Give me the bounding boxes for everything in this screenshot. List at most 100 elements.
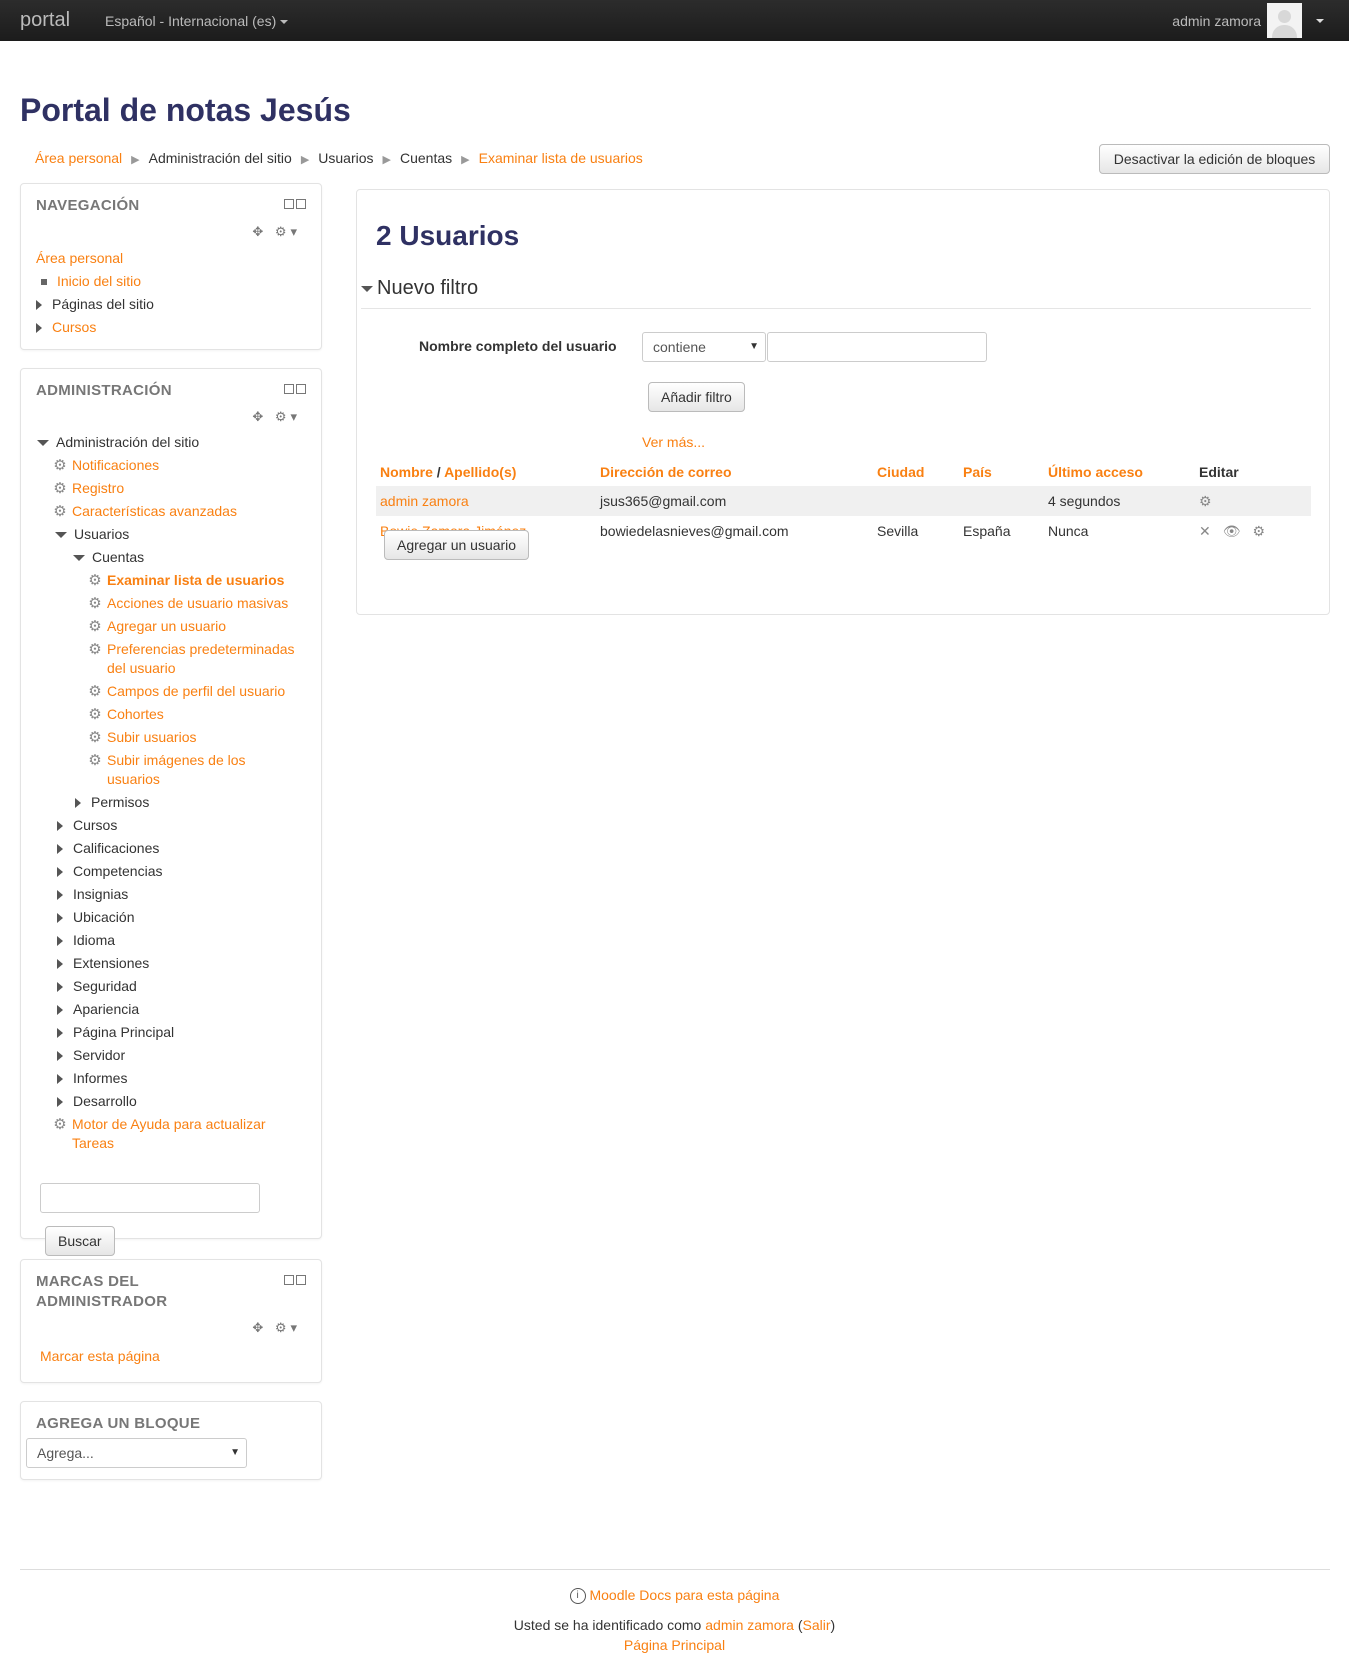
admin-section-calificaciones[interactable]: Calificaciones (73, 840, 159, 856)
admin-item-caracteristicas[interactable]: Características avanzadas (72, 503, 237, 519)
expand-icon[interactable] (57, 959, 63, 970)
block-actions[interactable]: ✥ ⚙▾ (252, 1320, 301, 1336)
filter-operator-select[interactable]: contiene ▼ (642, 332, 766, 362)
nav-item-area-personal[interactable]: Área personal (36, 250, 123, 266)
gear-icon[interactable]: ⚙ (1199, 493, 1212, 509)
collapse-arrow-icon[interactable] (55, 532, 67, 539)
dock-icon[interactable] (296, 384, 306, 394)
admin-item-usuarios[interactable]: Usuarios (74, 526, 129, 542)
expand-icon[interactable] (57, 1051, 63, 1062)
expand-icon[interactable] (57, 890, 63, 901)
nav-item-paginas[interactable]: Páginas del sitio (52, 296, 154, 312)
home-link[interactable]: Página Principal (624, 1637, 725, 1653)
bookmark-page-link[interactable]: Marcar esta página (40, 1348, 160, 1364)
admin-section-extensiones[interactable]: Extensiones (73, 955, 149, 971)
expand-icon[interactable] (57, 936, 63, 947)
language-menu[interactable]: Español - Internacional (es) (105, 12, 289, 29)
chevron-down-icon[interactable] (1316, 18, 1324, 23)
collapse-icon[interactable] (284, 384, 294, 394)
breadcrumb-item-examinar[interactable]: Examinar lista de usuarios (479, 150, 643, 166)
collapse-icon[interactable] (284, 1275, 294, 1285)
filter-value-input[interactable] (767, 332, 987, 362)
expand-icon[interactable] (57, 844, 63, 855)
sort-by-nombre[interactable]: Nombre (380, 464, 433, 480)
admin-item-imagenes[interactable]: Subir imágenes de los usuarios (107, 749, 257, 791)
expand-icon[interactable] (57, 867, 63, 878)
breadcrumb-item-usuarios[interactable]: Usuarios (318, 150, 373, 166)
eye-icon[interactable]: 👁 (1223, 523, 1241, 539)
logout-link[interactable]: Salir (803, 1617, 831, 1633)
footer-user-link[interactable]: admin zamora (705, 1617, 794, 1633)
admin-section-idioma[interactable]: Idioma (73, 932, 115, 948)
admin-section-informes[interactable]: Informes (73, 1070, 127, 1086)
navigation-block: NAVEGACIÓN ✥ ⚙▾ Área personal Inicio del… (20, 183, 322, 350)
admin-item-acciones[interactable]: Acciones de usuario masivas (107, 592, 288, 615)
admin-section-seguridad[interactable]: Seguridad (73, 978, 137, 994)
admin-section-desarrollo[interactable]: Desarrollo (73, 1093, 137, 1109)
add-filter-button[interactable]: Añadir filtro (648, 382, 745, 412)
admin-item-examinar[interactable]: Examinar lista de usuarios (107, 569, 284, 592)
admin-section-servidor[interactable]: Servidor (73, 1047, 125, 1063)
admin-search-button[interactable]: Buscar (45, 1226, 115, 1256)
filter-legend[interactable]: Nuevo filtro (361, 277, 1311, 309)
dock-icon[interactable] (296, 1275, 306, 1285)
expand-icon[interactable] (36, 300, 42, 311)
moodle-docs-link[interactable]: Moodle Docs para esta página (589, 1587, 779, 1603)
user-name-link[interactable]: admin zamora (380, 493, 469, 509)
admin-item-subir[interactable]: Subir usuarios (107, 726, 197, 749)
admin-item-agregar[interactable]: Agregar un usuario (107, 615, 226, 638)
gear-icon[interactable]: ⚙ (1253, 523, 1266, 539)
admin-item-root[interactable]: Administración del sitio (56, 434, 199, 450)
admin-item-motor[interactable]: Motor de Ayuda para actualizar Tareas (72, 1113, 272, 1155)
add-block-select[interactable]: Agrega... ▼ (26, 1438, 247, 1468)
nav-item-inicio[interactable]: Inicio del sitio (57, 273, 141, 289)
expand-icon[interactable] (57, 821, 63, 832)
expand-icon[interactable] (57, 1028, 63, 1039)
block-actions[interactable]: ✥ ⚙▾ (252, 409, 301, 425)
toggle-block-editing-button[interactable]: Desactivar la edición de bloques (1099, 144, 1330, 174)
admin-section-competencias[interactable]: Competencias (73, 863, 163, 879)
expand-icon[interactable] (57, 1074, 63, 1085)
add-user-button[interactable]: Agregar un usuario (384, 530, 530, 560)
admin-item-permisos[interactable]: Permisos (91, 794, 149, 810)
user-menu[interactable]: admin zamora (1172, 0, 1324, 41)
admin-item-cuentas[interactable]: Cuentas (92, 549, 144, 565)
table-header-row: Nombre / Apellido(s) Dirección de correo… (376, 458, 1311, 486)
collapse-arrow-icon[interactable] (37, 440, 49, 447)
breadcrumb-item-cuentas[interactable]: Cuentas (400, 150, 452, 166)
sort-by-apellido[interactable]: Apellido(s) (444, 464, 516, 480)
nav-item-cursos[interactable]: Cursos (52, 319, 96, 335)
collapse-icon[interactable] (284, 199, 294, 209)
expand-icon[interactable] (57, 913, 63, 924)
admin-item-preferencias[interactable]: Preferencias predeterminadas del usuario (107, 638, 297, 680)
show-more-link[interactable]: Ver más... (642, 434, 705, 450)
delete-icon[interactable]: ✕ (1199, 523, 1211, 539)
breadcrumb-item-administracion[interactable]: Administración del sitio (149, 150, 292, 166)
expand-icon[interactable] (57, 1005, 63, 1016)
dock-icon[interactable] (296, 199, 306, 209)
admin-section-ubicacion[interactable]: Ubicación (73, 909, 134, 925)
brand-link[interactable]: portal (20, 9, 70, 32)
admin-section-apariencia[interactable]: Apariencia (73, 1001, 139, 1017)
sort-by-ciudad[interactable]: Ciudad (877, 464, 924, 480)
expand-icon[interactable] (57, 1097, 63, 1108)
sort-by-acceso[interactable]: Último acceso (1048, 464, 1143, 480)
admin-item-campos[interactable]: Campos de perfil del usuario (107, 680, 285, 703)
admin-search-input[interactable] (40, 1183, 260, 1213)
expand-icon[interactable] (36, 323, 42, 334)
admin-item-notificaciones[interactable]: Notificaciones (72, 457, 159, 473)
language-label: Español - Internacional (es) (105, 12, 277, 29)
user-country (959, 486, 1044, 516)
expand-icon[interactable] (57, 982, 63, 993)
expand-icon[interactable] (75, 798, 81, 809)
admin-item-cohortes[interactable]: Cohortes (107, 703, 164, 726)
collapse-arrow-icon[interactable] (73, 555, 85, 562)
admin-section-pagina-principal[interactable]: Página Principal (73, 1024, 174, 1040)
admin-section-insignias[interactable]: Insignias (73, 886, 128, 902)
block-actions[interactable]: ✥ ⚙▾ (252, 224, 301, 240)
sort-by-pais[interactable]: País (963, 464, 992, 480)
admin-item-registro[interactable]: Registro (72, 480, 124, 496)
sort-by-email[interactable]: Dirección de correo (600, 464, 732, 480)
admin-section-cursos[interactable]: Cursos (73, 817, 117, 833)
breadcrumb-item-area-personal[interactable]: Área personal (35, 150, 122, 166)
